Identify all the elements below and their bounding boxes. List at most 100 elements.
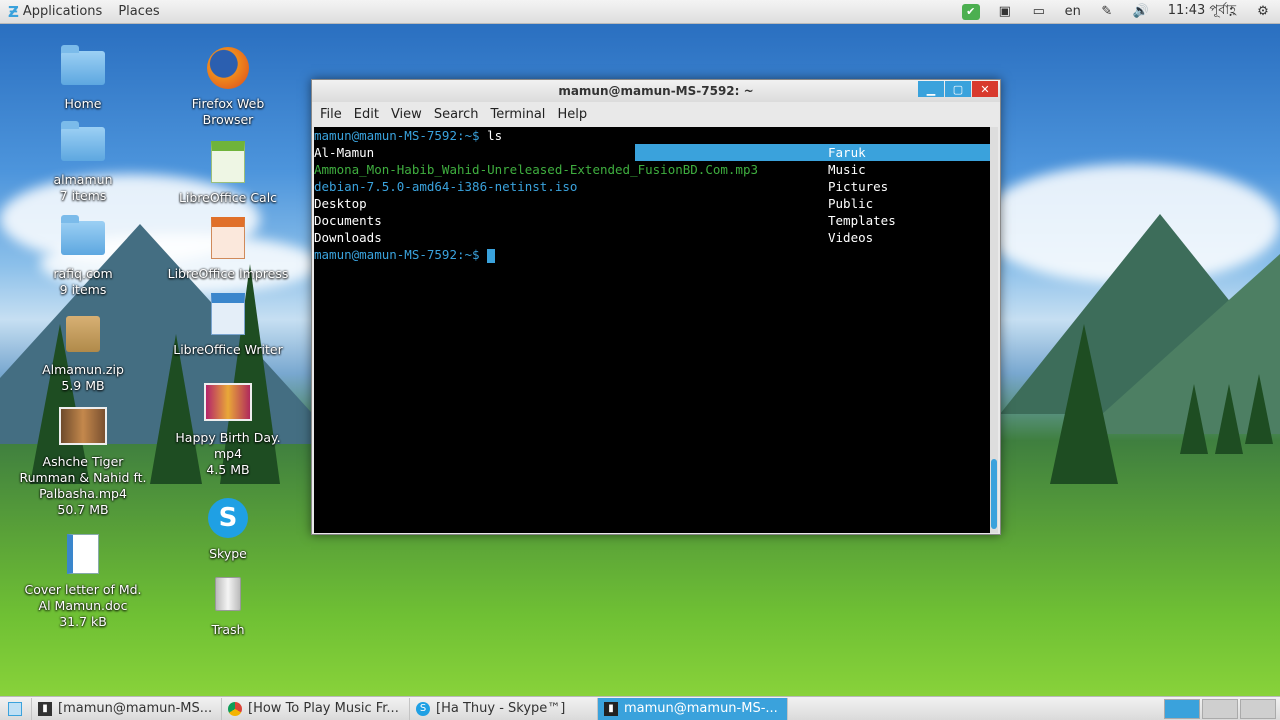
ls-entry: Al-Mamun xyxy=(314,145,375,160)
menu-help[interactable]: Help xyxy=(551,107,593,122)
desktop-icon-home[interactable]: Home xyxy=(18,44,148,112)
desktop-icon-almamun[interactable]: almamun 7 items xyxy=(18,120,148,204)
desktop-icon-label: LibreOffice Writer xyxy=(173,342,283,357)
maximize-button[interactable]: ▢ xyxy=(945,81,971,97)
desktop-icon-firefox[interactable]: Firefox Web Browser xyxy=(163,44,293,128)
desktop-icon-label: LibreOffice Impress xyxy=(167,266,289,281)
desktop-icon-label: Skype xyxy=(209,546,247,561)
applications-menu[interactable]: Ƶ Applications xyxy=(0,0,110,24)
presentation-icon xyxy=(204,214,252,262)
close-button[interactable]: ✕ xyxy=(972,81,998,97)
clock[interactable]: 11:43 পূর্বাহ্ণ xyxy=(1158,1,1246,22)
terminal-line: mamun@mamun-MS-7592:~$ xyxy=(314,246,496,263)
taskbar-item-chrome[interactable]: [How To Play Music Fr... xyxy=(222,697,410,720)
desktop-icon-label: Ashche Tiger Rumman & Nahid ft. Palbasha… xyxy=(19,454,147,517)
archive-icon xyxy=(59,310,107,358)
update-check-icon[interactable]: ✔ xyxy=(954,0,988,24)
settings-gear-icon[interactable]: ⚙ xyxy=(1246,0,1280,24)
desktop-icon-label: Happy Birth Day. mp4 4.5 MB xyxy=(175,430,281,477)
spreadsheet-icon xyxy=(204,138,252,186)
desktop-icon-libreoffice-writer[interactable]: LibreOffice Writer xyxy=(163,290,293,358)
document-writer-icon xyxy=(204,290,252,338)
volume-icon[interactable]: 🔊 xyxy=(1124,0,1158,24)
ls-entry: Ammona_Mon-Habib_Wahid-Unreleased-Extend… xyxy=(314,162,759,177)
desktop-icon-label: Trash xyxy=(211,622,245,637)
command: ls xyxy=(479,128,503,143)
top-panel: Ƶ Applications Places ✔ ▣ ▭ en ✎ 🔊 11:43… xyxy=(0,0,1280,24)
desktop-icon-label: Almamun.zip 5.9 MB xyxy=(42,362,124,393)
prompt: mamun@mamun-MS-7592:~$ xyxy=(314,128,480,143)
ls-entry: Music xyxy=(828,162,866,177)
taskbar: ▮ [mamun@mamun-MS... [How To Play Music … xyxy=(0,696,1280,720)
workspace-2[interactable] xyxy=(1202,698,1238,719)
terminal-menubar: File Edit View Search Terminal Help xyxy=(312,102,1000,126)
taskbar-item-terminal[interactable]: ▮ [mamun@mamun-MS... xyxy=(32,697,222,720)
menu-search[interactable]: Search xyxy=(428,107,485,122)
text-cursor xyxy=(487,248,496,263)
applications-label: Applications xyxy=(22,4,103,19)
desktop-icon-trash[interactable]: Trash xyxy=(163,570,293,638)
places-label: Places xyxy=(118,4,160,19)
document-icon xyxy=(59,530,107,578)
desktop-icon-skype[interactable]: S Skype xyxy=(163,494,293,562)
firefox-icon xyxy=(204,44,252,92)
desktop-icon-label: almamun 7 items xyxy=(53,172,113,203)
folder-icon xyxy=(59,120,107,168)
chrome-icon xyxy=(228,701,242,716)
desktop-icon-almamun-zip[interactable]: Almamun.zip 5.9 MB xyxy=(18,310,148,394)
desktop-icon-label: rafiq.com 9 items xyxy=(53,266,113,297)
terminal-window[interactable]: mamun@mamun-MS-7592: ~ ▁ ▢ ✕ File Edit V… xyxy=(311,79,1001,535)
ls-entry: Pictures xyxy=(828,179,889,194)
terminal-scrollbar[interactable] xyxy=(990,127,998,533)
trash-icon xyxy=(204,570,252,618)
desktop-icon-ashche-tiger-mp4[interactable]: Ashche Tiger Rumman & Nahid ft. Palbasha… xyxy=(18,402,148,518)
ls-entry: debian-7.5.0-amd64-i386-netinst.iso xyxy=(314,179,578,194)
network-icon[interactable]: ▣ xyxy=(988,0,1022,24)
terminal-icon: ▮ xyxy=(604,701,618,716)
pen-icon[interactable]: ✎ xyxy=(1090,0,1124,24)
folder-icon xyxy=(59,214,107,262)
skype-icon: S xyxy=(204,494,252,542)
taskbar-item-label: mamun@mamun-MS-... xyxy=(624,701,778,716)
taskbar-item-skype[interactable]: S [Ha Thuy - Skype™] xyxy=(410,697,598,720)
desktop-icon-label: Firefox Web Browser xyxy=(191,96,265,127)
ls-entry: Faruk xyxy=(828,145,866,160)
skype-icon: S xyxy=(416,701,430,716)
prompt: mamun@mamun-MS-7592:~$ xyxy=(314,247,480,262)
video-thumbnail-icon xyxy=(59,402,107,450)
window-title: mamun@mamun-MS-7592: ~ xyxy=(558,84,754,98)
home-folder-icon xyxy=(59,44,107,92)
desktop-icon-libreoffice-impress[interactable]: LibreOffice Impress xyxy=(163,214,293,282)
menu-terminal[interactable]: Terminal xyxy=(484,107,551,122)
terminal-line: mamun@mamun-MS-7592:~$ ls xyxy=(314,127,502,144)
taskbar-item-label: [Ha Thuy - Skype™] xyxy=(436,701,566,716)
keyboard-layout[interactable]: en xyxy=(1056,0,1090,24)
terminal-screen[interactable]: mamun@mamun-MS-7592:~$ ls Al-Mamun Ammon… xyxy=(314,127,990,533)
show-desktop-icon xyxy=(8,701,22,716)
menu-file[interactable]: File xyxy=(314,107,348,122)
menu-view[interactable]: View xyxy=(385,107,428,122)
desktop-icon-cover-letter-doc[interactable]: Cover letter of Md. Al Mamun.doc 31.7 kB xyxy=(18,530,148,630)
terminal-titlebar[interactable]: mamun@mamun-MS-7592: ~ ▁ ▢ ✕ xyxy=(312,80,1000,102)
show-desktop-button[interactable] xyxy=(0,697,32,720)
video-thumbnail-icon xyxy=(204,378,252,426)
notes-icon[interactable]: ▭ xyxy=(1022,0,1056,24)
distro-logo-icon: Ƶ xyxy=(8,2,19,21)
menu-edit[interactable]: Edit xyxy=(348,107,385,122)
desktop-icon-label: Cover letter of Md. Al Mamun.doc 31.7 kB xyxy=(24,582,142,629)
workspace-switcher xyxy=(1164,698,1280,719)
places-menu[interactable]: Places xyxy=(110,0,167,24)
ls-entry: Public xyxy=(828,196,874,211)
minimize-button[interactable]: ▁ xyxy=(918,81,944,97)
terminal-icon: ▮ xyxy=(38,701,52,716)
desktop-icon-rafiq-com[interactable]: rafiq.com 9 items xyxy=(18,214,148,298)
taskbar-item-terminal-active[interactable]: ▮ mamun@mamun-MS-... xyxy=(598,697,788,720)
ls-entry: Desktop xyxy=(314,196,367,211)
ls-entry: Videos xyxy=(828,230,874,245)
workspace-1[interactable] xyxy=(1164,698,1200,719)
workspace-3[interactable] xyxy=(1240,698,1276,719)
scrollbar-thumb[interactable] xyxy=(991,459,997,529)
desktop-icon-label: LibreOffice Calc xyxy=(178,190,278,205)
desktop-icon-libreoffice-calc[interactable]: LibreOffice Calc xyxy=(163,138,293,206)
desktop-icon-happy-birth-day-mp4[interactable]: Happy Birth Day. mp4 4.5 MB xyxy=(163,378,293,478)
